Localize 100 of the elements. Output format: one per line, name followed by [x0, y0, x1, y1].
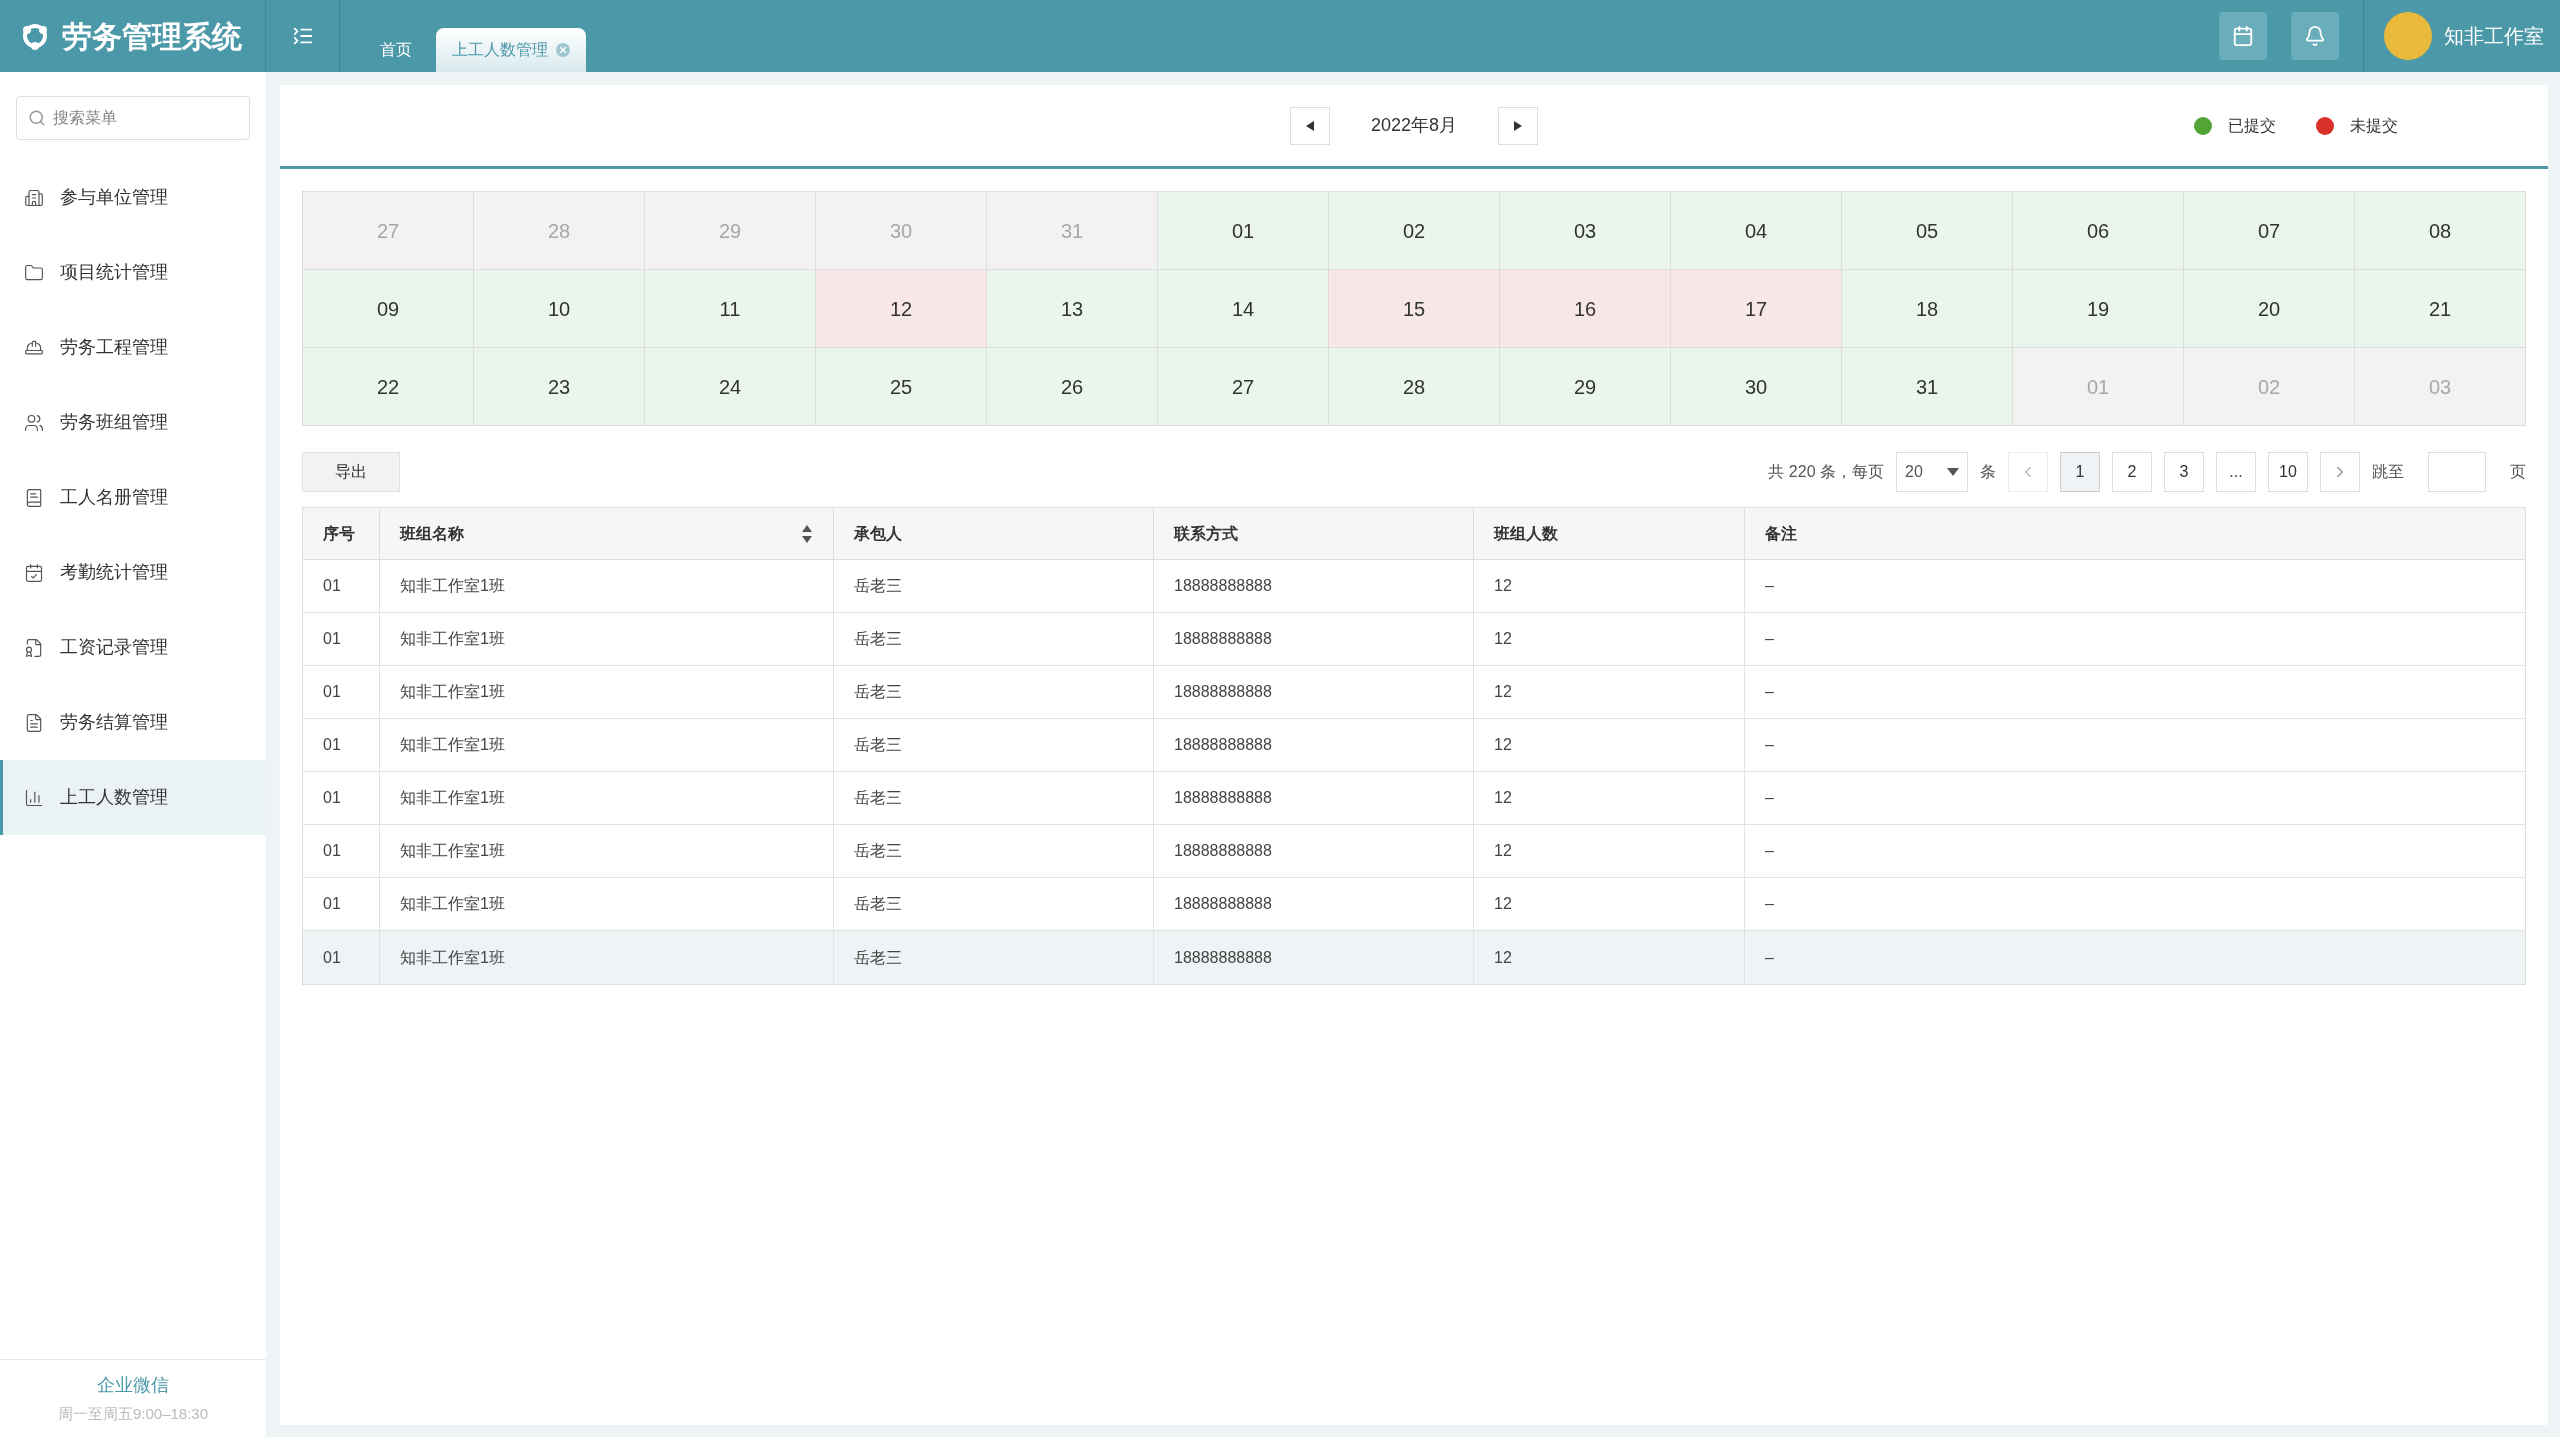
calendar-day[interactable]: 21 [2355, 270, 2526, 348]
sidebar-item[interactable]: 劳务结算管理 [0, 685, 266, 760]
calendar-day[interactable]: 31 [1842, 348, 2013, 426]
table-cell: 岳老三 [834, 719, 1154, 771]
menu-toggle-icon[interactable] [291, 25, 314, 47]
sort-icon[interactable] [801, 523, 813, 544]
calendar-day[interactable]: 09 [303, 270, 474, 348]
page-suffix: 页 [2510, 462, 2526, 482]
table-row[interactable]: 01 知非工作室1班 岳老三 18888888888 12 – [303, 931, 2525, 984]
sidebar-item[interactable]: 工资记录管理 [0, 610, 266, 685]
next-page-button[interactable] [2320, 452, 2360, 492]
table-row[interactable]: 01 知非工作室1班 岳老三 18888888888 12 – [303, 613, 2525, 666]
table-row[interactable]: 01 知非工作室1班 岳老三 18888888888 12 – [303, 719, 2525, 772]
calendar-day[interactable]: 22 [303, 348, 474, 426]
folder-icon [24, 262, 44, 283]
sidebar-item[interactable]: 上工人数管理 [0, 760, 266, 835]
calendar-day[interactable]: 23 [474, 348, 645, 426]
table-cell: 12 [1474, 825, 1745, 877]
table-cell: 岳老三 [834, 878, 1154, 930]
calendar-day[interactable]: 30 [1671, 348, 1842, 426]
jump-label: 跳至 [2372, 462, 2404, 482]
table-cell: 知非工作室1班 [380, 666, 834, 718]
calendar-day[interactable]: 10 [474, 270, 645, 348]
previous-month-button[interactable] [1290, 106, 1330, 145]
calendar-day[interactable]: 20 [2184, 270, 2355, 348]
calendar-day[interactable]: 06 [2013, 192, 2184, 270]
calendar-day[interactable]: 18 [1842, 270, 2013, 348]
left-triangle-icon [1306, 120, 1314, 131]
avatar[interactable] [2384, 12, 2432, 60]
close-icon[interactable] [556, 43, 570, 57]
table-cell-text: – [1764, 682, 1775, 702]
table-cell-text: – [1764, 735, 1775, 755]
table-cell: 18888888888 [1154, 931, 1474, 984]
sidebar-item[interactable]: 考勤统计管理 [0, 535, 266, 610]
jump-page-field[interactable] [2428, 452, 2486, 492]
calendar-day[interactable]: 16 [1500, 270, 1671, 348]
notification-button[interactable] [2291, 12, 2339, 60]
calendar-day[interactable]: 17 [1671, 270, 1842, 348]
book-icon [24, 487, 44, 508]
calendar-day[interactable]: 28 [1329, 348, 1500, 426]
table-row[interactable]: 01 知非工作室1班 岳老三 18888888888 12 – [303, 825, 2525, 878]
document-icon [24, 637, 44, 658]
calendar-day[interactable]: 03 [1500, 192, 1671, 270]
calendar-day[interactable]: 24 [645, 348, 816, 426]
table-row[interactable]: 01 知非工作室1班 岳老三 18888888888 12 – [303, 878, 2525, 931]
calendar-day[interactable]: 19 [2013, 270, 2184, 348]
calendar-day[interactable]: 14 [1158, 270, 1329, 348]
table-cell: 知非工作室1班 [380, 772, 834, 824]
sidebar-item[interactable]: 参与单位管理 [0, 160, 266, 235]
calendar-day[interactable]: 13 [987, 270, 1158, 348]
calendar-day[interactable]: 11 [645, 270, 816, 348]
calendar-day[interactable]: 12 [816, 270, 987, 348]
caret-icon [1947, 468, 1959, 476]
table-cell-text: – [1764, 576, 1775, 596]
table-cell: 18888888888 [1154, 666, 1474, 718]
page-button[interactable]: ... [2216, 452, 2256, 492]
page-button[interactable]: 3 [2164, 452, 2204, 492]
table-cell: 12 [1474, 560, 1745, 612]
legend-label: 已提交 [2228, 115, 2276, 136]
page-button[interactable]: 10 [2268, 452, 2308, 492]
calendar-day[interactable]: 26 [987, 348, 1158, 426]
page-size-select[interactable]: 20 [1896, 452, 1968, 492]
table-cell-text: – [1764, 788, 1775, 808]
calendar-check-icon [24, 562, 44, 583]
sidebar-item[interactable]: 劳务工程管理 [0, 310, 266, 385]
table-cell-text: – [1764, 894, 1775, 914]
export-button[interactable]: 导出 [302, 452, 400, 492]
calendar-day[interactable]: 07 [2184, 192, 2355, 270]
calendar-day[interactable]: 02 [1329, 192, 1500, 270]
calendar-day[interactable]: 01 [1158, 192, 1329, 270]
table-cell: 知非工作室1班 [380, 931, 834, 984]
table-row[interactable]: 01 知非工作室1班 岳老三 18888888888 12 – [303, 772, 2525, 825]
table-row[interactable]: 01 知非工作室1班 岳老三 18888888888 12 – [303, 666, 2525, 719]
app-title: 劳务管理系统 [62, 18, 242, 55]
calendar-day[interactable]: 08 [2355, 192, 2526, 270]
column-header[interactable]: 班组名称 [380, 508, 834, 559]
table-cell: 12 [1474, 878, 1745, 930]
sidebar-item[interactable]: 劳务班组管理 [0, 385, 266, 460]
calendar-button[interactable] [2219, 12, 2267, 60]
page-button[interactable]: 1 [2060, 452, 2100, 492]
sidebar-item[interactable]: 工人名册管理 [0, 460, 266, 535]
column-header: 联系方式 [1154, 508, 1474, 559]
column-header: 序号 [303, 508, 380, 559]
table-cell: 12 [1474, 613, 1745, 665]
calendar-day[interactable]: 04 [1671, 192, 1842, 270]
calendar-day[interactable]: 27 [1158, 348, 1329, 426]
table-cell: 12 [1474, 931, 1745, 984]
page-button[interactable]: 2 [2112, 452, 2152, 492]
calendar-day[interactable]: 05 [1842, 192, 2013, 270]
search-field[interactable]: 搜索菜单 [16, 96, 250, 140]
table-cell: 12 [1474, 666, 1745, 718]
calendar-day[interactable]: 25 [816, 348, 987, 426]
table-cell: 01 [303, 878, 380, 930]
sidebar-item[interactable]: 项目统计管理 [0, 235, 266, 310]
table-cell: 12 [1474, 719, 1745, 771]
next-month-button[interactable] [1498, 106, 1538, 145]
legend-label: 未提交 [2350, 115, 2398, 136]
calendar-day[interactable]: 15 [1329, 270, 1500, 348]
table-row[interactable]: 01 知非工作室1班 岳老三 18888888888 12 – [303, 560, 2525, 613]
calendar-day[interactable]: 29 [1500, 348, 1671, 426]
